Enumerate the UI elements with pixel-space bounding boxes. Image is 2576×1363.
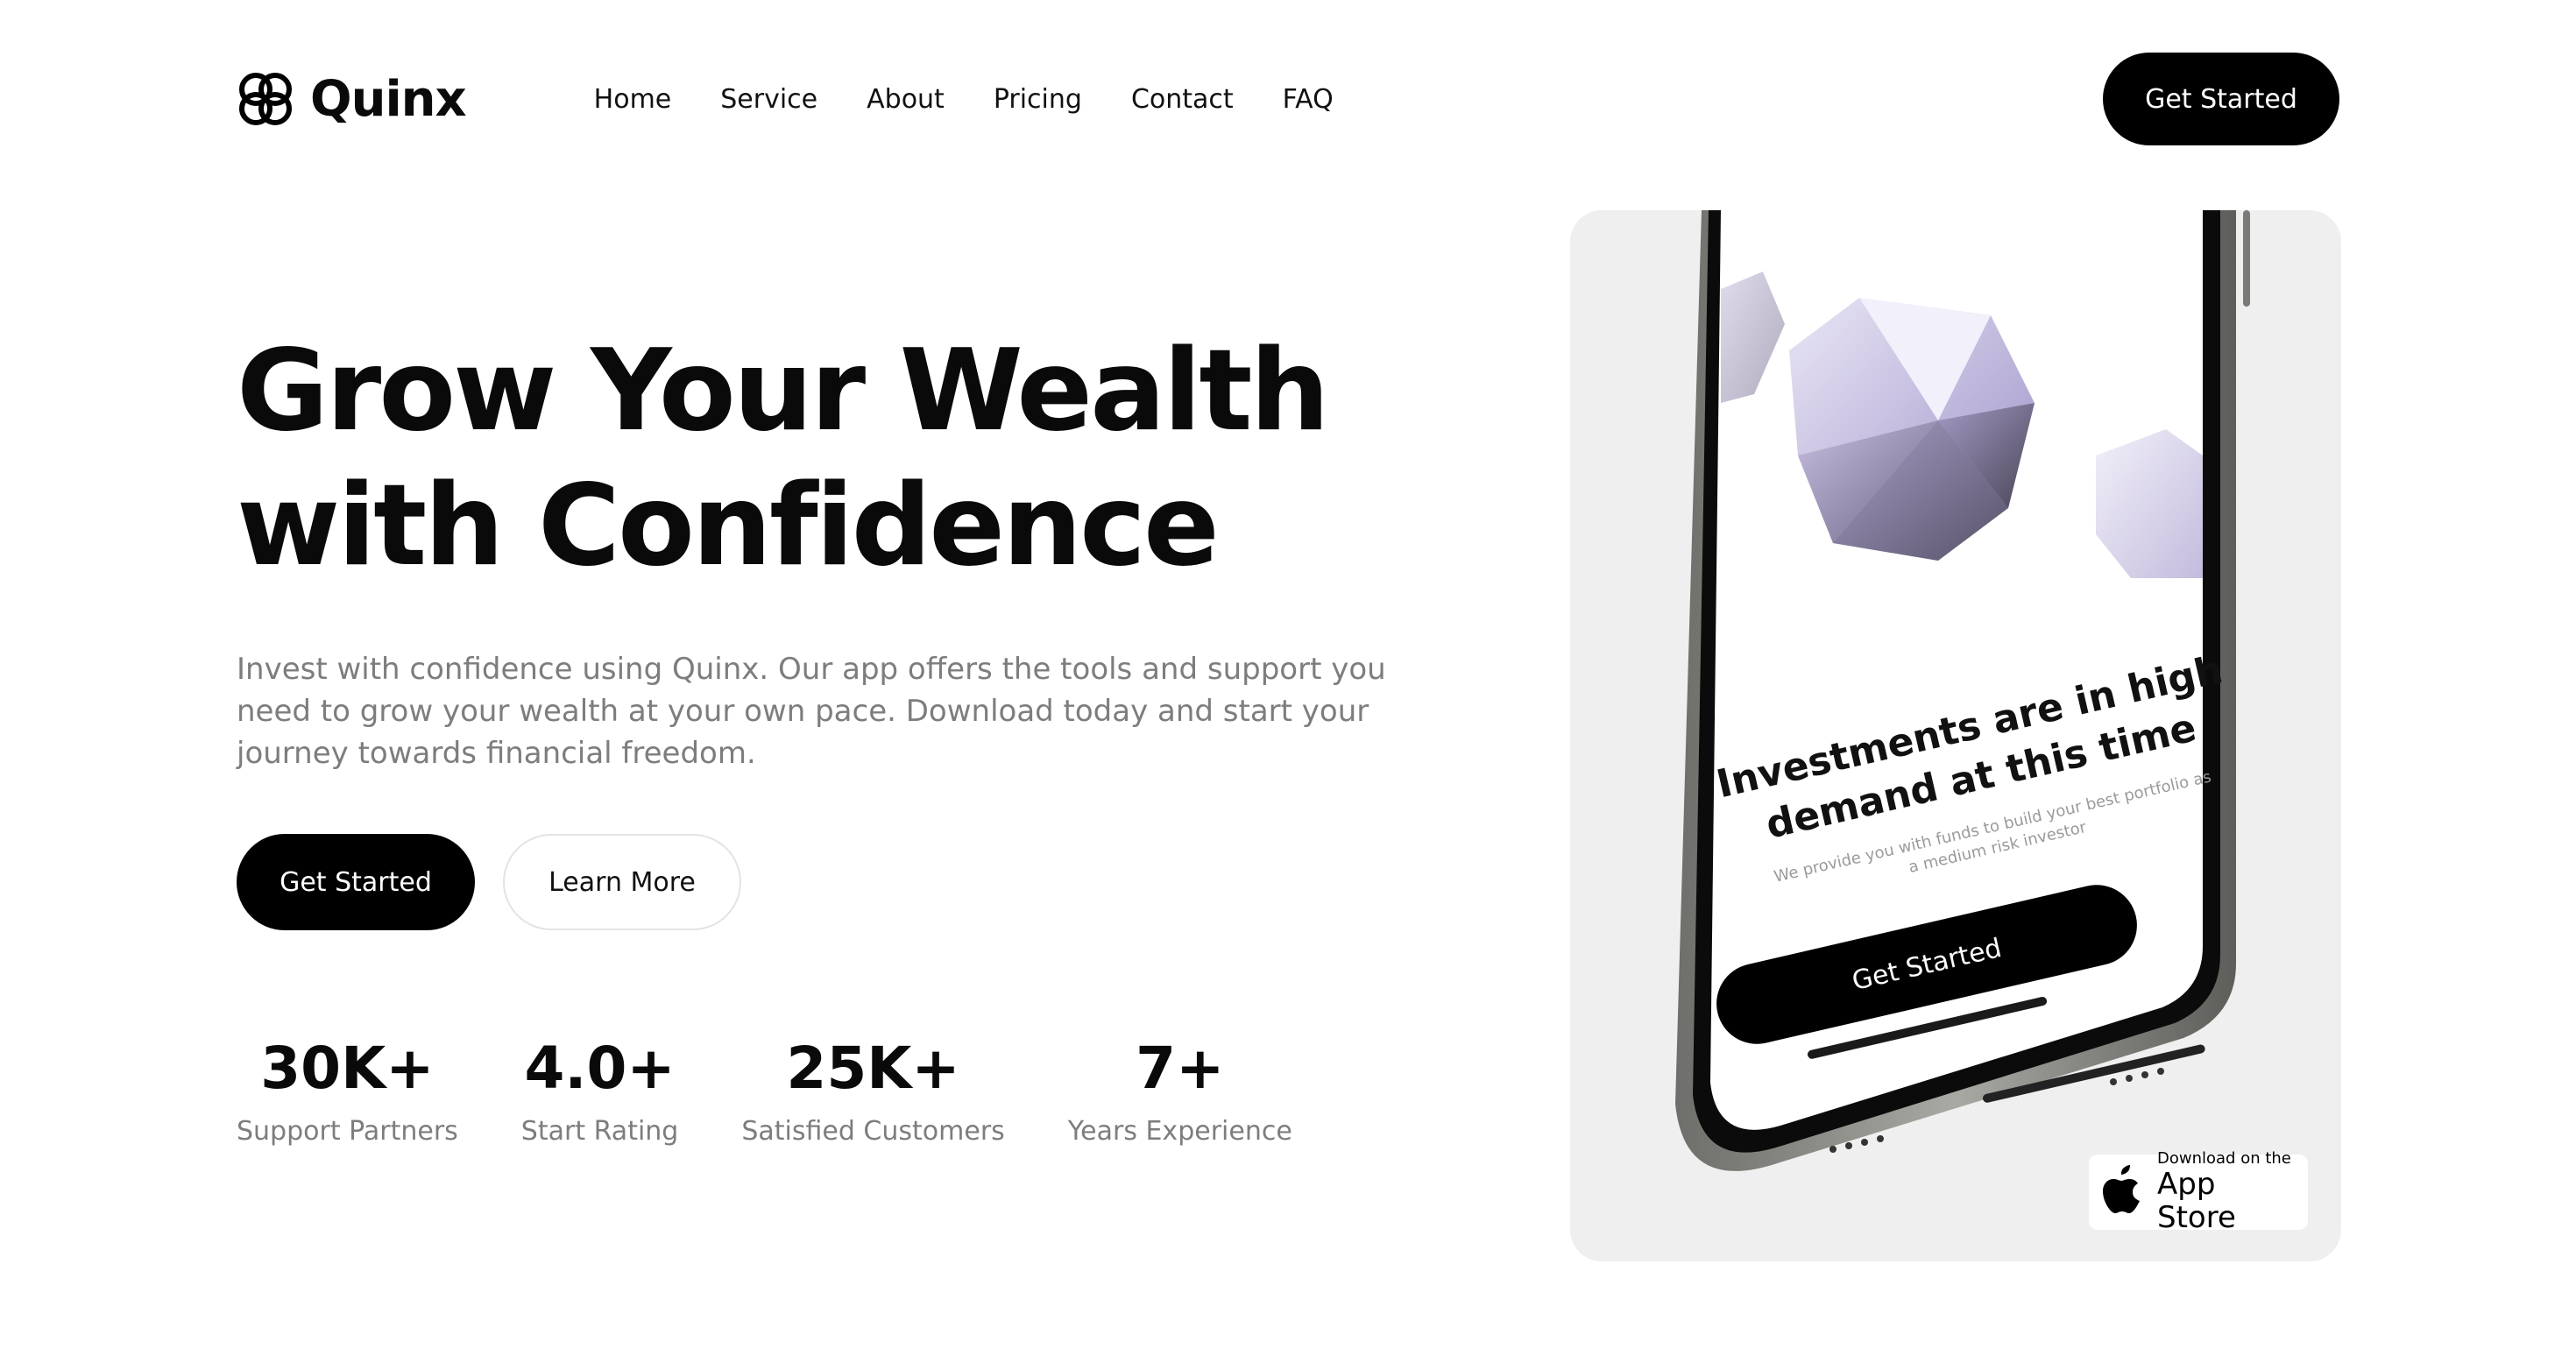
stat-rating: 4.0+ Start Rating bbox=[521, 1034, 679, 1147]
hero-title: Grow Your Wealth with Confidence bbox=[237, 324, 1330, 594]
app-store-badge[interactable]: Download on the App Store bbox=[2089, 1150, 2308, 1234]
hero-title-line-1: Grow Your Wealth bbox=[237, 326, 1330, 456]
nav-link-service[interactable]: Service bbox=[720, 84, 817, 115]
nav-links: Home Service About Pricing Contact FAQ bbox=[594, 84, 1334, 115]
stat-years-experience: 7+ Years Experience bbox=[1068, 1034, 1292, 1147]
nav-link-about[interactable]: About bbox=[867, 84, 945, 115]
app-store-small-text: Download on the bbox=[2157, 1149, 2291, 1168]
stat-satisfied-customers: 25K+ Satisfied Customers bbox=[741, 1034, 1004, 1147]
stat-label: Start Rating bbox=[520, 1116, 679, 1147]
phone-showcase-card: Investments are in high demand at this t… bbox=[1570, 210, 2341, 1261]
stat-value: 4.0+ bbox=[524, 1035, 676, 1102]
brand[interactable]: Quinx bbox=[237, 70, 467, 128]
stat-label: Satisfied Customers bbox=[741, 1116, 1005, 1147]
nav-link-pricing[interactable]: Pricing bbox=[994, 84, 1082, 115]
brand-name: Quinx bbox=[310, 70, 467, 128]
top-navbar: Quinx Home Service About Pricing Contact… bbox=[237, 53, 2339, 145]
app-store-text: Download on the App Store bbox=[2157, 1149, 2296, 1235]
hero-get-started-button[interactable]: Get Started bbox=[237, 834, 475, 930]
stat-value: 30K+ bbox=[260, 1035, 435, 1102]
nav-link-faq[interactable]: FAQ bbox=[1283, 84, 1334, 115]
app-store-big-text: App Store bbox=[2157, 1167, 2236, 1235]
nav-link-contact[interactable]: Contact bbox=[1131, 84, 1234, 115]
hero-title-line-2: with Confidence bbox=[237, 461, 1220, 591]
nav-get-started-button[interactable]: Get Started bbox=[2103, 53, 2339, 145]
stat-label: Support Partners bbox=[237, 1116, 458, 1147]
quinx-logo-icon bbox=[237, 70, 294, 128]
stat-value: 25K+ bbox=[786, 1035, 960, 1102]
apple-icon bbox=[2101, 1164, 2145, 1220]
stat-value: 7+ bbox=[1136, 1035, 1225, 1102]
stat-support-partners: 30K+ Support Partners bbox=[237, 1034, 458, 1147]
hero-learn-more-button[interactable]: Learn More bbox=[503, 834, 741, 930]
stats-row: 30K+ Support Partners 4.0+ Start Rating … bbox=[237, 1034, 1292, 1147]
hero-description: Invest with confidence using Quinx. Our … bbox=[237, 652, 1386, 771]
hero-actions: Get Started Learn More bbox=[237, 834, 741, 930]
nav-link-home[interactable]: Home bbox=[594, 84, 672, 115]
stat-label: Years Experience bbox=[1067, 1116, 1292, 1147]
